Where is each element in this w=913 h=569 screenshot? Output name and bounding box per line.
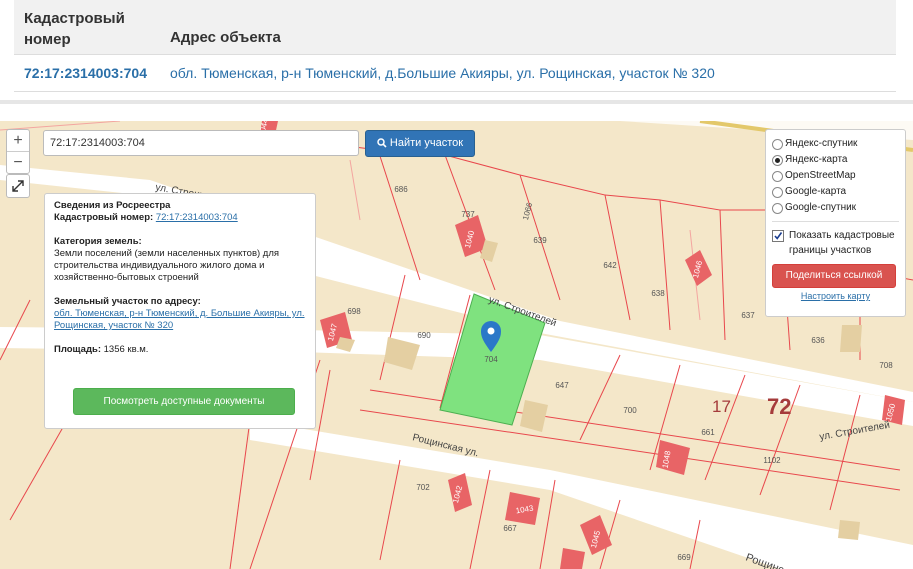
show-borders-label: Показать кадастровые границы участков (789, 230, 895, 256)
parcel-label: 737 (461, 210, 475, 219)
parcel-label: 637 (741, 311, 755, 320)
cadastral-map[interactable]: 686 737 639 642 638 637 636 708 698 690 … (0, 121, 913, 569)
parcel-label: 700 (623, 406, 637, 415)
parcel-label: 704 (484, 355, 498, 364)
info-title: Сведения из Росреестра (54, 200, 171, 211)
layer-option-google-satellite[interactable]: Google-спутник (772, 200, 899, 216)
parcel-label: 690 (417, 331, 431, 340)
street-label: ул. Строителей (819, 420, 891, 443)
fullscreen-button[interactable] (6, 174, 30, 198)
info-category-value: Земли поселений (земли населенных пункто… (54, 248, 280, 283)
radio-button[interactable] (772, 170, 783, 182)
zoom-control: + − (6, 129, 30, 174)
info-address-label: Земельный участок по адресу: (54, 296, 201, 307)
radio-button[interactable] (772, 186, 783, 198)
show-borders-checkbox[interactable] (772, 230, 784, 242)
layer-label: Google-спутник (785, 202, 857, 213)
layer-label: OpenStreetMap (785, 170, 856, 181)
parcel-label: 708 (879, 361, 893, 370)
check-icon (774, 232, 783, 240)
parcel-label: 661 (701, 428, 715, 437)
info-area-value: 1356 кв.м. (103, 344, 149, 355)
layer-label: Google-карта (785, 186, 847, 197)
table-header: Кадастровый номер Адрес объекта (14, 0, 896, 55)
parcel-label: 642 (603, 261, 617, 270)
parcel-label: 667 (503, 524, 517, 533)
radio-button[interactable] (772, 138, 783, 150)
find-parcel-label: Найти участок (389, 137, 464, 149)
layer-option-yandex-satellite[interactable]: Яндекс-спутник (772, 136, 899, 152)
share-link-button[interactable]: Поделиться ссылкой (772, 264, 896, 288)
parcel-label: 1066 (521, 201, 534, 221)
block-label: 72 (767, 394, 791, 419)
parcel-label: 686 (394, 185, 408, 194)
search-input[interactable] (43, 130, 359, 156)
parcel-label: 702 (416, 483, 430, 492)
radio-button[interactable] (772, 202, 783, 214)
radio-button[interactable] (772, 154, 783, 166)
info-area-label: Площадь: (54, 344, 101, 355)
parcel-label: 698 (347, 307, 361, 316)
search-icon (377, 138, 387, 148)
expand-icon (12, 180, 24, 192)
parcel-label: 669 (677, 553, 691, 562)
layer-option-openstreetmap[interactable]: OpenStreetMap (772, 168, 899, 184)
info-cadastral-link[interactable]: 72:17:2314003:704 (156, 212, 238, 223)
address-link[interactable]: обл. Тюменская, р-н Тюменский, д.Большие… (170, 65, 715, 81)
layer-label: Яндекс-карта (785, 154, 848, 165)
info-cadastral-label: Кадастровый номер: (54, 212, 154, 223)
results-table: Кадастровый номер Адрес объекта 72:17:23… (14, 0, 896, 92)
layer-option-yandex-map[interactable]: Яндекс-карта (772, 152, 899, 168)
info-address-link[interactable]: обл. Тюменская, р-н Тюменский, д. Больши… (54, 308, 305, 331)
parcel-label: 647 (555, 381, 569, 390)
parcel-label: 638 (651, 289, 665, 298)
table-row: 72:17:2314003:704 обл. Тюменская, р-н Тю… (14, 55, 896, 92)
header-cadastral-number: Кадастровый номер (24, 10, 125, 48)
info-category-label: Категория земель: (54, 236, 142, 247)
find-parcel-button[interactable]: Найти участок (365, 130, 475, 157)
parcel-label: 639 (533, 236, 547, 245)
layer-label: Яндекс-спутник (785, 138, 858, 149)
layer-switcher: Яндекс-спутник Яндекс-карта OpenStreetMa… (765, 129, 906, 317)
show-borders-toggle[interactable]: Показать кадастровые границы участков (772, 228, 899, 258)
parcel-label: 636 (811, 336, 825, 345)
zoom-out-button[interactable]: − (7, 151, 29, 173)
block-label: 17 (712, 397, 731, 416)
divider (0, 100, 913, 104)
view-documents-button[interactable]: Посмотреть доступные документы (73, 388, 295, 415)
layer-option-google-map[interactable]: Google-карта (772, 184, 899, 200)
configure-map-link[interactable]: Настроить карту (772, 291, 899, 301)
zoom-in-button[interactable]: + (7, 130, 29, 151)
cadastral-number-link[interactable]: 72:17:2314003:704 (24, 65, 147, 81)
parcel-label: 1102 (763, 456, 781, 465)
divider (772, 221, 899, 222)
header-address: Адрес объекта (170, 29, 281, 46)
parcel-info-panel: Сведения из Росреестра Кадастровый номер… (44, 193, 316, 429)
